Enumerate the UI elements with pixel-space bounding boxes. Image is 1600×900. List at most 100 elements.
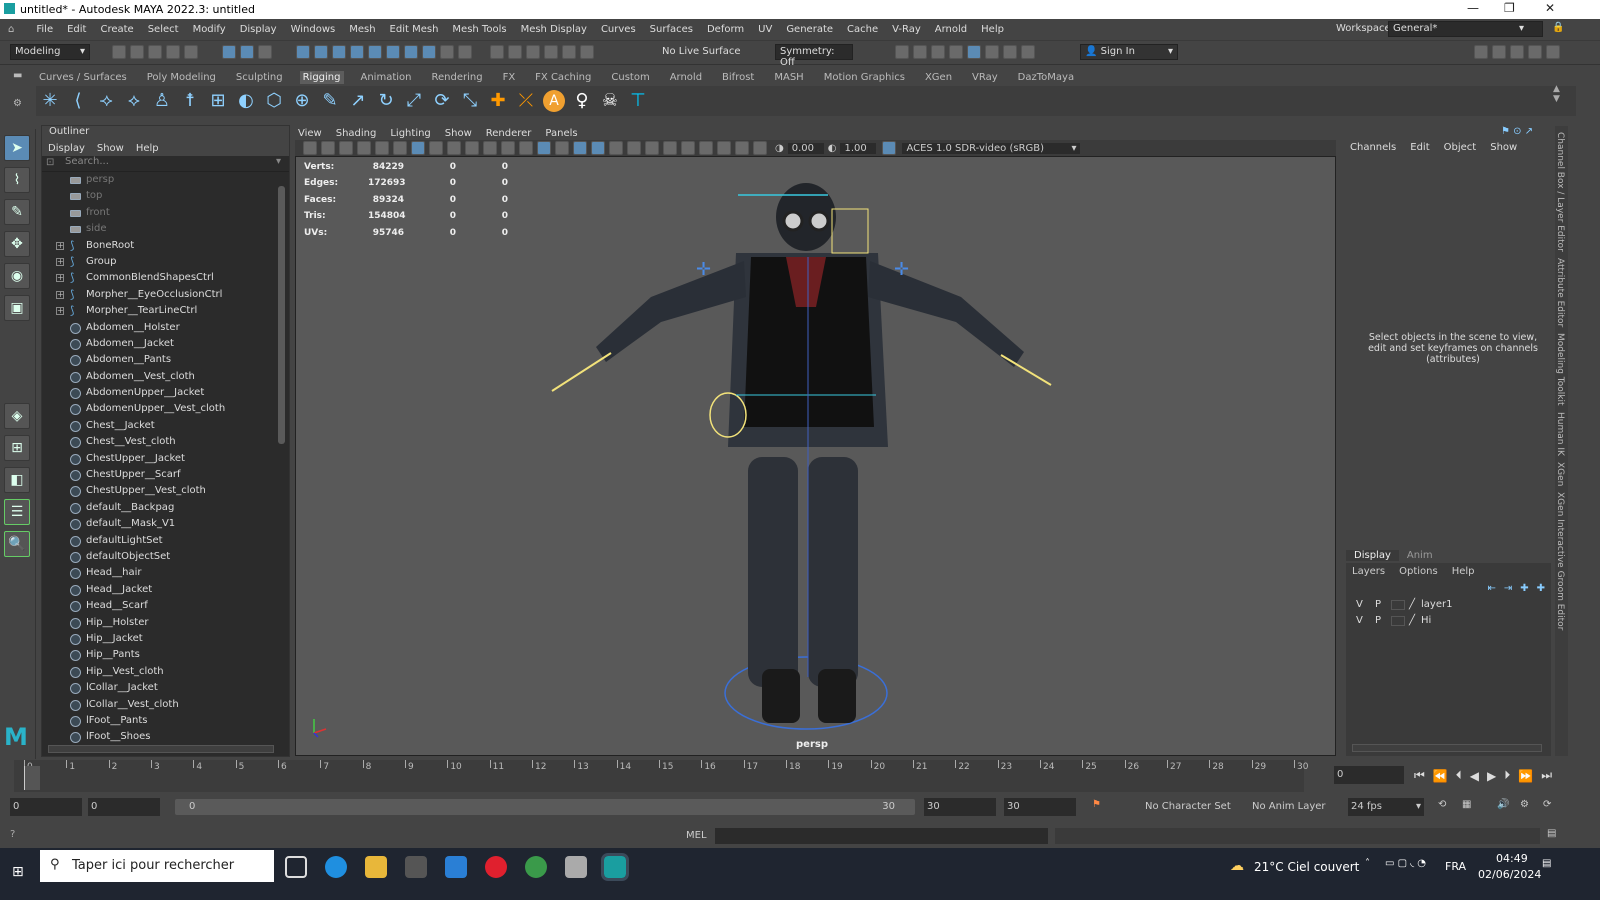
outliner-item[interactable]: top [42,188,289,204]
shelf-tab-animation[interactable]: Animation [358,71,415,84]
history-icon[interactable] [490,45,504,59]
outliner-item[interactable]: side [42,221,289,237]
render-region-icon[interactable] [895,45,909,59]
new-layer-selected-icon[interactable]: ✚ [1537,583,1545,594]
menu-help[interactable]: Help [981,24,1004,35]
2d-pan-icon[interactable] [375,141,389,155]
store-icon[interactable] [405,856,427,878]
outliner-item[interactable]: + ⟆ Morpher__EyeOcclusionCtrl [42,287,289,303]
pole-vector-icon[interactable]: ⟳ [431,90,453,112]
snap-vertex-icon[interactable] [386,45,400,59]
shelf-tab-curves-surfaces[interactable]: Curves / Surfaces [36,71,130,84]
film-gate-icon[interactable] [429,141,443,155]
menu-file[interactable]: File [36,24,53,35]
menu-surfaces[interactable]: Surfaces [650,24,693,35]
four-view-layout-icon[interactable]: ⊞ [4,435,30,461]
playback-speed-icon[interactable]: ⟳ [1543,799,1551,810]
menu-mesh[interactable]: Mesh [349,24,375,35]
menu-curves[interactable]: Curves [601,24,636,35]
construction-history-icon[interactable] [508,45,522,59]
layer-menu-help[interactable]: Help [1452,566,1475,577]
outliner-item[interactable]: Head__Jacket [42,582,289,598]
move-tool-icon[interactable]: ✥ [4,231,30,257]
menu-select[interactable]: Select [148,24,179,35]
pause-render-icon[interactable] [1021,45,1035,59]
magnet-icon[interactable] [580,45,594,59]
exposure-icon[interactable]: ◑ [775,143,784,154]
side-tab-attribute-editor[interactable]: Attribute Editor [1555,258,1565,327]
expand-icon[interactable]: + [56,257,64,266]
side-tab-modeling-toolkit[interactable]: Modeling Toolkit [1555,333,1565,406]
wireframe-icon[interactable] [519,141,533,155]
viewport-persp[interactable]: Verts: 84229 0 0 Edges: 172693 0 0 Faces: 89324 0 0… [295,156,1336,756]
search-filter-icon[interactable]: ⊡ [46,157,54,168]
human-ik-toggle-icon[interactable] [1492,45,1506,59]
snap-surface-icon[interactable] [368,45,382,59]
script-lang-label[interactable]: MEL [686,830,707,841]
outliner-item[interactable]: Chest__Vest_cloth [42,434,289,450]
shelf-tab-xgen[interactable]: XGen [922,71,955,84]
search-icon[interactable]: 🔍 [4,531,30,557]
new-empty-layer-icon[interactable]: ✚ [1520,583,1528,594]
layer-playback-toggle[interactable]: P [1375,613,1381,629]
xray-active-icon[interactable] [753,141,767,155]
snap-grid-icon[interactable] [296,45,310,59]
snap-point-icon[interactable] [332,45,346,59]
menu-cache[interactable]: Cache [847,24,878,35]
left-shoulder-control[interactable]: ✛ [696,259,711,280]
snap-lock-icon[interactable] [440,45,454,59]
opera-icon[interactable] [485,856,507,878]
redo-icon[interactable] [184,45,198,59]
single-perspective-layout-icon[interactable]: ◈ [4,403,30,429]
make-live-icon[interactable] [562,45,576,59]
channel-box-icons[interactable]: ⚑ ⊙ ↗ [1501,126,1533,137]
lights-icon[interactable] [609,141,623,155]
snap-face-icon[interactable] [422,45,436,59]
lock-icon[interactable]: 🔒 [1552,22,1564,33]
character-set-dropdown[interactable]: No Character Set [1145,801,1231,812]
shelf-tab-vray[interactable]: VRay [969,71,1001,84]
field-chart-icon[interactable] [483,141,497,155]
wrap-icon[interactable]: ◐ [235,90,257,112]
daz-figure-icon[interactable]: ⊤ [627,90,649,112]
right-hand-control[interactable] [1000,354,1052,386]
scene-end-field[interactable]: 30 [1004,798,1076,816]
shelf-tab-poly-modeling[interactable]: Poly Modeling [144,71,219,84]
windows-start-icon[interactable]: ⊞ [12,864,24,880]
grid-icon[interactable] [411,141,425,155]
viewport-menu-show[interactable]: Show [445,128,472,139]
open-scene-icon[interactable] [130,45,144,59]
outliner-hscrollbar[interactable] [48,745,274,753]
outliner-item[interactable]: ChestUpper__Vest_cloth [42,483,289,499]
persp-outliner-layout-icon[interactable]: ◧ [4,467,30,493]
skull-icon[interactable]: ☠ [599,90,621,112]
notification-icon[interactable]: ▤ [1542,858,1551,869]
workspace-dropdown[interactable]: General* ▾ [1388,21,1543,37]
shelf-tab-rigging[interactable]: Rigging [299,70,344,84]
safe-action-icon[interactable] [501,141,515,155]
outliner-item[interactable]: AbdomenUpper__Jacket [42,385,289,401]
shelf-scroll-icon[interactable]: ▲ ▼ [1553,84,1560,104]
save-scene-icon[interactable] [148,45,162,59]
select-object-icon[interactable] [240,45,254,59]
grease-pencil-icon[interactable] [393,141,407,155]
arnold-icon[interactable]: A [543,90,565,112]
fps-dropdown[interactable]: 24 fps ▾ [1348,798,1424,816]
side-tab-xgen-interactive-groom-editor[interactable]: XGen Interactive Groom Editor [1555,492,1565,630]
tray-icons[interactable]: ▭ ▢ ◟ ◔ [1385,858,1426,869]
time-slider[interactable]: 0123456789101112131415161718192021222324… [14,760,1308,792]
snap-view-icon[interactable] [350,45,364,59]
shelf-tab-daztomaya[interactable]: DazToMaya [1015,71,1077,84]
side-tab-human-ik[interactable]: Human IK [1555,412,1565,456]
gamma-icon[interactable]: ◐ [828,143,837,154]
layer-row[interactable]: V P ╱ Hi [1349,613,1551,629]
ik-fk-icon[interactable]: ⤫ [515,90,537,112]
outliner-scrollbar[interactable] [278,186,285,444]
step-forward-frame-icon[interactable]: ⏵ [1504,768,1510,783]
outliner-item[interactable]: persp [42,172,289,188]
outliner-item[interactable]: lCollar__Jacket [42,680,289,696]
outliner-item[interactable]: Hip__Holster [42,615,289,631]
isolate-select-icon[interactable] [717,141,731,155]
home-icon[interactable]: ⌂ [8,24,14,35]
cache-icon[interactable]: ▦ [1462,799,1471,810]
